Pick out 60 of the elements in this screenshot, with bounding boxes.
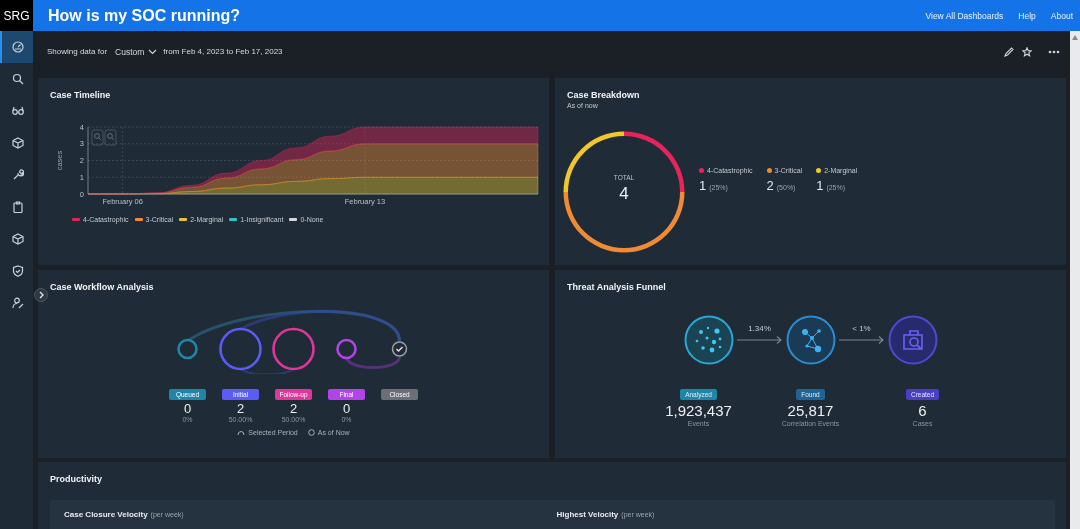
card-title: Case Breakdown	[567, 90, 640, 100]
legend-count: 2	[766, 178, 774, 193]
period-dropdown[interactable]: Custom	[115, 47, 158, 57]
arrow-icon	[838, 336, 885, 344]
conversion-rate: 1.34%	[748, 324, 771, 333]
card-title: Threat Analysis Funnel	[567, 282, 666, 292]
cube-icon	[11, 233, 24, 245]
network-icon	[785, 315, 836, 365]
dots-cluster-icon	[683, 315, 734, 365]
stage-value: 6	[918, 402, 927, 419]
stage-circle	[177, 338, 198, 360]
stage-circle	[336, 338, 357, 360]
up-arrow-icon[interactable]	[1072, 35, 1078, 40]
stage-count: 2	[289, 401, 298, 416]
check-circle-icon	[391, 341, 408, 357]
stage-circle	[219, 327, 262, 371]
scrollbar[interactable]	[1070, 31, 1080, 529]
stage-value: 25,817	[787, 402, 834, 419]
stage-value: 1,923,437	[665, 402, 732, 419]
card-title: Case Timeline	[50, 90, 111, 100]
pencil-button[interactable]	[1004, 47, 1014, 57]
legend-count: 1	[816, 178, 824, 193]
logo: SRG	[0, 0, 33, 31]
circle-icon	[307, 429, 315, 436]
shield-icon	[11, 265, 24, 277]
stage-count: 2	[236, 401, 245, 416]
glasses-icon	[11, 105, 24, 117]
star-icon	[1022, 47, 1032, 57]
metric-title: Case Closure Velocity	[64, 510, 148, 519]
flow-arc	[345, 356, 401, 369]
sidebar-item[interactable]	[0, 31, 33, 63]
user-edit-icon	[11, 297, 24, 309]
conversion-rate: < 1%	[852, 324, 871, 333]
total-value: 4	[619, 184, 629, 204]
cube-icon	[11, 137, 24, 149]
star-button[interactable]	[1022, 47, 1032, 57]
header-link[interactable]: Help	[1018, 10, 1036, 21]
stage-count: 0	[183, 401, 192, 416]
gauge-icon	[11, 41, 24, 53]
clipboard-icon	[11, 201, 24, 213]
arc-icon	[237, 430, 246, 435]
pencil-icon	[1004, 47, 1014, 57]
panel-title: Productivity	[50, 474, 102, 484]
stage-count: 0	[342, 401, 351, 416]
arrow-icon	[736, 336, 783, 344]
header-link[interactable]: View All Dashboards	[925, 10, 1004, 21]
wrench-icon	[11, 169, 24, 181]
expand-button[interactable]	[34, 288, 48, 302]
metric-title: Highest Velocity	[556, 510, 619, 519]
card-title: Case Workflow Analysis	[50, 282, 154, 292]
filter-label: Showing data for	[47, 47, 108, 56]
caret-icon	[148, 49, 158, 55]
stage-circle	[272, 327, 315, 371]
page-title: How is my SOC running?	[48, 6, 241, 25]
date-range: from Feb 4, 2023 to Feb 17, 2023	[163, 47, 283, 56]
header-link[interactable]: About	[1050, 10, 1073, 21]
legend-count: 1	[699, 178, 707, 193]
case-search-icon	[887, 315, 938, 365]
search-icon	[11, 73, 24, 85]
chevron-icon	[37, 291, 45, 299]
